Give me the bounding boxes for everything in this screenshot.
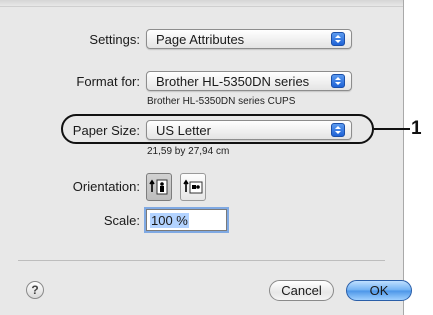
settings-value: Page Attributes xyxy=(156,32,245,47)
page-setup-dialog: Settings: Page Attributes Format for: Br… xyxy=(0,0,404,315)
popup-arrows-icon xyxy=(331,32,345,46)
format-for-popup[interactable]: Brother HL-5350DN series xyxy=(146,71,352,91)
orientation-landscape-button[interactable] xyxy=(180,173,206,201)
title-edge xyxy=(0,0,403,7)
cancel-button[interactable]: Cancel xyxy=(269,280,334,301)
paper-dimensions: 21,59 by 27,94 cm xyxy=(147,146,230,157)
scale-input[interactable]: 100 % xyxy=(146,209,227,231)
popup-arrows-icon xyxy=(331,74,345,88)
printer-description: Brother HL-5350DN series CUPS xyxy=(147,96,296,107)
callout-leader-line xyxy=(374,128,410,130)
callout-outline xyxy=(61,114,374,144)
portrait-icon xyxy=(149,179,168,195)
scale-value: 100 % xyxy=(150,213,189,228)
scale-label: Scale: xyxy=(103,213,140,228)
orientation-portrait-button[interactable] xyxy=(146,173,172,201)
divider xyxy=(18,260,385,261)
format-for-label: Format for: xyxy=(76,74,140,89)
help-button[interactable]: ? xyxy=(26,281,44,299)
ok-button[interactable]: OK xyxy=(346,280,412,301)
callout-number: 1 xyxy=(411,118,422,139)
settings-popup[interactable]: Page Attributes xyxy=(146,29,352,49)
orientation-label: Orientation: xyxy=(72,179,140,194)
format-for-value: Brother HL-5350DN series xyxy=(156,74,310,89)
landscape-icon xyxy=(183,179,203,194)
settings-label: Settings: xyxy=(89,32,140,47)
